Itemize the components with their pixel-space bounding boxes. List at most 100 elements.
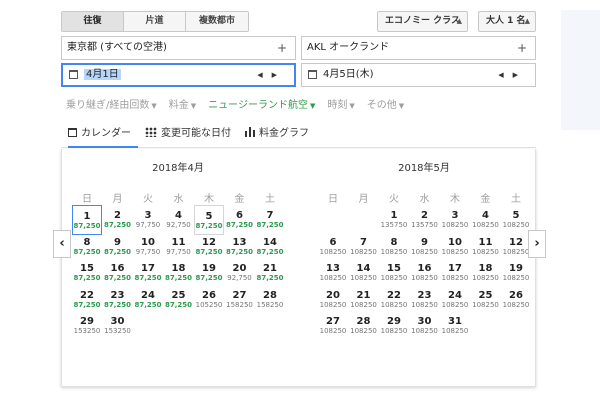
calendar-day[interactable]: 3 97,750	[133, 205, 163, 235]
next-month-button[interactable]: ›	[528, 230, 546, 258]
calendar-icon	[68, 128, 77, 137]
tab-flexible-dates[interactable]: 変更可能な日付	[145, 124, 231, 148]
calendar-day[interactable]: 31 108250	[440, 311, 470, 341]
filter-price[interactable]: 料金 ▼	[169, 96, 196, 111]
add-origin-icon[interactable]: +	[277, 37, 287, 59]
calendar-day[interactable]: 20 108250	[318, 285, 348, 315]
day-number: 14	[356, 263, 371, 274]
tab-one-way[interactable]: 片道	[124, 12, 186, 31]
tab-calendar[interactable]: カレンダー	[68, 124, 138, 148]
date-stepper-arrows[interactable]: ◀▶	[257, 65, 286, 85]
day-price: 108250	[350, 274, 377, 282]
calendar-day[interactable]: 29 153250	[72, 311, 102, 341]
day-price: 92,750	[227, 274, 252, 282]
calendar-day[interactable]: 12 108250	[501, 232, 531, 262]
calendar-day[interactable]: 30 108250	[410, 311, 440, 341]
calendar-day[interactable]: 29 108250	[379, 311, 409, 341]
filter-time[interactable]: 時刻 ▼	[327, 96, 354, 111]
calendar-day[interactable]: 16 108250	[410, 258, 440, 288]
day-number: 30	[417, 316, 432, 327]
departure-date-input[interactable]: 4月1日 ◀▶	[61, 63, 296, 87]
day-number: 19	[509, 263, 523, 274]
calendar-day[interactable]: 18 87,250	[164, 258, 194, 288]
day-price: 97,750	[135, 247, 161, 256]
day-number: 6	[329, 236, 337, 248]
calendar-day[interactable]: 9 87,250	[103, 232, 133, 262]
calendar-day[interactable]: 17 108250	[440, 258, 470, 288]
calendar-day[interactable]: 5 87,250	[194, 205, 224, 235]
cabin-class-select[interactable]: エコノミー クラス ▲	[377, 11, 468, 32]
tab-price-graph[interactable]: 料金グラフ	[245, 124, 309, 148]
destination-input[interactable]: AKL オークランド +	[301, 36, 536, 60]
date-stepper-arrows[interactable]: ◀▶	[498, 64, 527, 86]
calendar-day[interactable]: 22 108250	[379, 285, 409, 315]
calendar-day[interactable]: 13 108250	[318, 258, 348, 288]
calendar-day[interactable]: 8 108250	[379, 232, 409, 262]
calendar-day[interactable]: 23 108250	[410, 285, 440, 315]
calendar-day[interactable]: 28 108250	[349, 311, 379, 341]
calendar-day[interactable]: 6 108250	[318, 232, 348, 262]
calendar-day[interactable]: 8 87,250	[72, 232, 102, 262]
calendar-day[interactable]: 26 105250	[194, 285, 224, 315]
calendar-day[interactable]: 1 135750	[379, 205, 409, 235]
day-price: 87,250	[103, 300, 131, 309]
calendar-day[interactable]: 24 87,250	[133, 285, 163, 315]
destination-value: AKL オークランド	[307, 42, 390, 53]
calendar-day[interactable]: 30 153250	[103, 311, 133, 341]
calendar-day[interactable]: 2 135750	[410, 205, 440, 235]
day-number: 16	[110, 263, 125, 274]
previous-month-button[interactable]: ‹	[53, 230, 71, 258]
calendar-day[interactable]: 24 108250	[440, 285, 470, 315]
origin-input[interactable]: 東京都 (すべての空港) +	[61, 36, 296, 60]
calendar-day[interactable]: 16 87,250	[103, 258, 133, 288]
calendar-day[interactable]: 19 108250	[501, 258, 531, 288]
calendar-day[interactable]: 3 108250	[440, 205, 470, 235]
calendar-day[interactable]: 11 108250	[471, 232, 501, 262]
day-price: 108250	[380, 327, 408, 335]
day-number: 26	[202, 289, 216, 301]
calendar-day[interactable]: 27 158250	[225, 285, 255, 315]
calendar-day[interactable]: 12 87,250	[194, 232, 224, 262]
calendar-day[interactable]: 15 87,250	[72, 258, 102, 288]
calendar-day[interactable]: 15 108250	[379, 258, 409, 288]
calendar-day[interactable]: 4 92,750	[164, 205, 194, 235]
add-destination-icon[interactable]: +	[517, 37, 527, 59]
calendar-day[interactable]: 2 87,250	[103, 205, 133, 235]
filter-airline[interactable]: ニュージーランド航空 ▼	[208, 96, 315, 111]
calendar-day[interactable]: 10 108250	[440, 232, 470, 262]
calendar-day[interactable]: 14 87,250	[255, 232, 285, 262]
tab-multi-city[interactable]: 複数都市	[186, 12, 248, 31]
calendar-day[interactable]: 25 87,250	[164, 285, 194, 315]
calendar-day[interactable]: 25 108250	[471, 285, 501, 315]
calendar-day[interactable]: 4 108250	[471, 205, 501, 235]
day-price: 87,250	[164, 274, 192, 282]
calendar-day[interactable]: 13 87,250	[225, 232, 255, 262]
tab-round-trip[interactable]: 往復	[62, 12, 124, 31]
day-number: 13	[232, 236, 247, 248]
calendar-day[interactable]: 21 87,250	[255, 258, 285, 288]
calendar-day[interactable]: 6 87,250	[225, 205, 255, 235]
filter-more[interactable]: その他 ▼	[367, 96, 404, 111]
calendar-day[interactable]: 20 92,750	[225, 258, 255, 288]
passenger-select[interactable]: 大人 1 名 ▲	[478, 11, 536, 32]
calendar-day[interactable]: 1 87,250	[72, 205, 102, 235]
calendar-day[interactable]: 18 108250	[471, 258, 501, 288]
calendar-day[interactable]: 19 87,250	[194, 258, 224, 288]
calendar-day[interactable]: 11 97,750	[164, 232, 194, 262]
calendar-day[interactable]: 7 87,250	[255, 205, 285, 235]
calendar-day[interactable]: 26 108250	[501, 285, 531, 315]
calendar-day[interactable]: 27 108250	[318, 311, 348, 341]
calendar-day[interactable]: 10 97,750	[133, 232, 163, 262]
return-date-input[interactable]: 4月5日(木) ◀▶	[301, 63, 536, 87]
calendar-day[interactable]: 22 87,250	[72, 285, 102, 315]
calendar-day[interactable]: 14 108250	[349, 258, 379, 288]
day-price: 158250	[256, 300, 284, 309]
calendar-day[interactable]: 7 108250	[349, 232, 379, 262]
filter-stops[interactable]: 乗り継ぎ/経由回数 ▼	[66, 96, 157, 111]
calendar-day[interactable]: 9 108250	[410, 232, 440, 262]
calendar-day[interactable]: 21 108250	[349, 285, 379, 315]
calendar-day[interactable]: 28 158250	[255, 285, 285, 315]
calendar-day[interactable]: 5 108250	[501, 205, 531, 235]
calendar-day[interactable]: 17 87,250	[133, 258, 163, 288]
calendar-day[interactable]: 23 87,250	[103, 285, 133, 315]
